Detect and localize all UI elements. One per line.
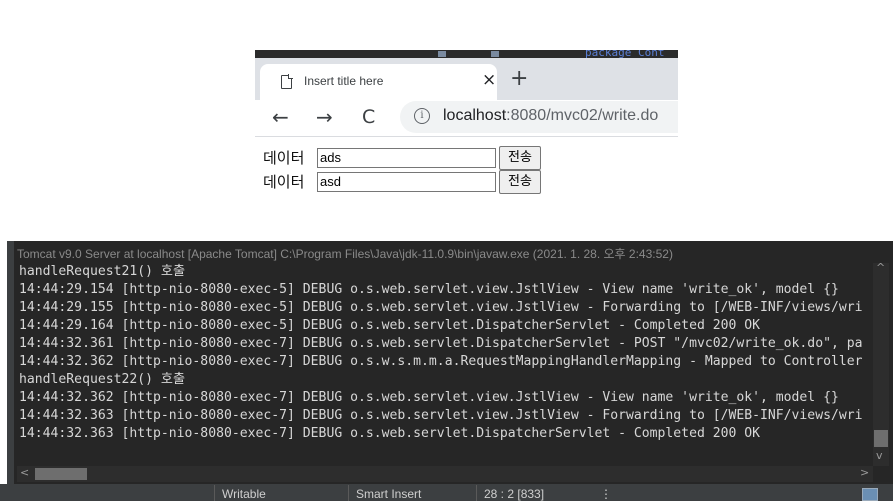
scroll-thumb[interactable] xyxy=(874,430,888,447)
background-editor-strip: package Cont xyxy=(255,50,678,58)
forward-button[interactable]: → xyxy=(316,105,333,129)
close-tab-icon[interactable]: × xyxy=(482,70,496,90)
log-line: 14:44:29.155 [http-nio-8080-exec-5] DEBU… xyxy=(19,300,863,315)
notification-icon[interactable] xyxy=(862,488,878,501)
console-header: Tomcat v9.0 Server at localhost [Apache … xyxy=(17,247,673,261)
scroll-right-icon[interactable]: > xyxy=(860,466,869,479)
data-label: 데이터 xyxy=(263,173,305,191)
data-label: 데이터 xyxy=(263,149,305,167)
submit-button[interactable]: 전송 xyxy=(499,146,541,170)
console-left-border xyxy=(7,241,14,501)
tab-title: Insert title here xyxy=(304,74,384,88)
url-path: :8080/mvc02/write.do xyxy=(506,107,659,124)
log-line: 14:44:32.361 [http-nio-8080-exec-7] DEBU… xyxy=(19,336,863,351)
vertical-scrollbar[interactable]: ^ v xyxy=(873,261,889,466)
writable-status: Writable xyxy=(222,487,266,501)
info-icon[interactable]: i xyxy=(414,108,430,124)
address-bar[interactable]: i localhost:8080/mvc02/write.do xyxy=(400,101,678,133)
log-line: 14:44:32.362 [http-nio-8080-exec-7] DEBU… xyxy=(19,354,863,369)
back-button[interactable]: ← xyxy=(272,105,289,129)
browser-tab-bar: Insert title here × + xyxy=(255,58,678,100)
toolbar-icon xyxy=(491,51,499,57)
browser-toolbar: ← → C i localhost:8080/mvc02/write.do xyxy=(255,100,678,137)
url-text: localhost:8080/mvc02/write.do xyxy=(443,107,658,125)
console-output[interactable]: handleRequest21() 호출 14:44:29.154 [http-… xyxy=(19,263,873,463)
new-tab-button[interactable]: + xyxy=(510,68,528,90)
status-divider xyxy=(214,485,215,501)
status-divider xyxy=(348,485,349,501)
insert-mode-status[interactable]: Smart Insert xyxy=(356,487,421,501)
background-code-text: package Cont xyxy=(585,50,665,58)
toolbar-icon xyxy=(438,51,446,57)
data-input[interactable]: asd xyxy=(317,172,496,192)
scroll-left-icon[interactable]: < xyxy=(20,466,29,479)
status-bar: Writable Smart Insert 28 : 2 [833] ⋮ xyxy=(0,484,893,501)
page-icon xyxy=(281,74,293,89)
log-line: handleRequest22() 호출 xyxy=(19,372,185,387)
scroll-up-icon[interactable]: ^ xyxy=(876,261,885,274)
browser-tab[interactable]: Insert title here × xyxy=(260,64,497,100)
reload-button[interactable]: C xyxy=(362,105,375,129)
log-line: 14:44:32.362 [http-nio-8080-exec-7] DEBU… xyxy=(19,390,839,405)
status-divider xyxy=(476,485,477,501)
scroll-down-icon[interactable]: v xyxy=(876,449,883,462)
horizontal-scrollbar[interactable]: < > xyxy=(17,466,873,482)
status-menu-icon[interactable]: ⋮ xyxy=(600,487,612,501)
data-input[interactable]: ads xyxy=(317,148,496,168)
log-line: 14:44:29.154 [http-nio-8080-exec-5] DEBU… xyxy=(19,282,839,297)
log-line: handleRequest21() 호출 xyxy=(19,264,185,279)
log-line: 14:44:29.164 [http-nio-8080-exec-5] DEBU… xyxy=(19,318,761,333)
console-view: Tomcat v9.0 Server at localhost [Apache … xyxy=(7,241,893,501)
cursor-position: 28 : 2 [833] xyxy=(484,487,545,501)
url-host: localhost xyxy=(443,107,507,124)
submit-button[interactable]: 전송 xyxy=(499,170,541,194)
scroll-thumb[interactable] xyxy=(35,468,87,480)
log-line: 14:44:32.363 [http-nio-8080-exec-7] DEBU… xyxy=(19,426,761,441)
log-line: 14:44:32.363 [http-nio-8080-exec-7] DEBU… xyxy=(19,408,863,423)
